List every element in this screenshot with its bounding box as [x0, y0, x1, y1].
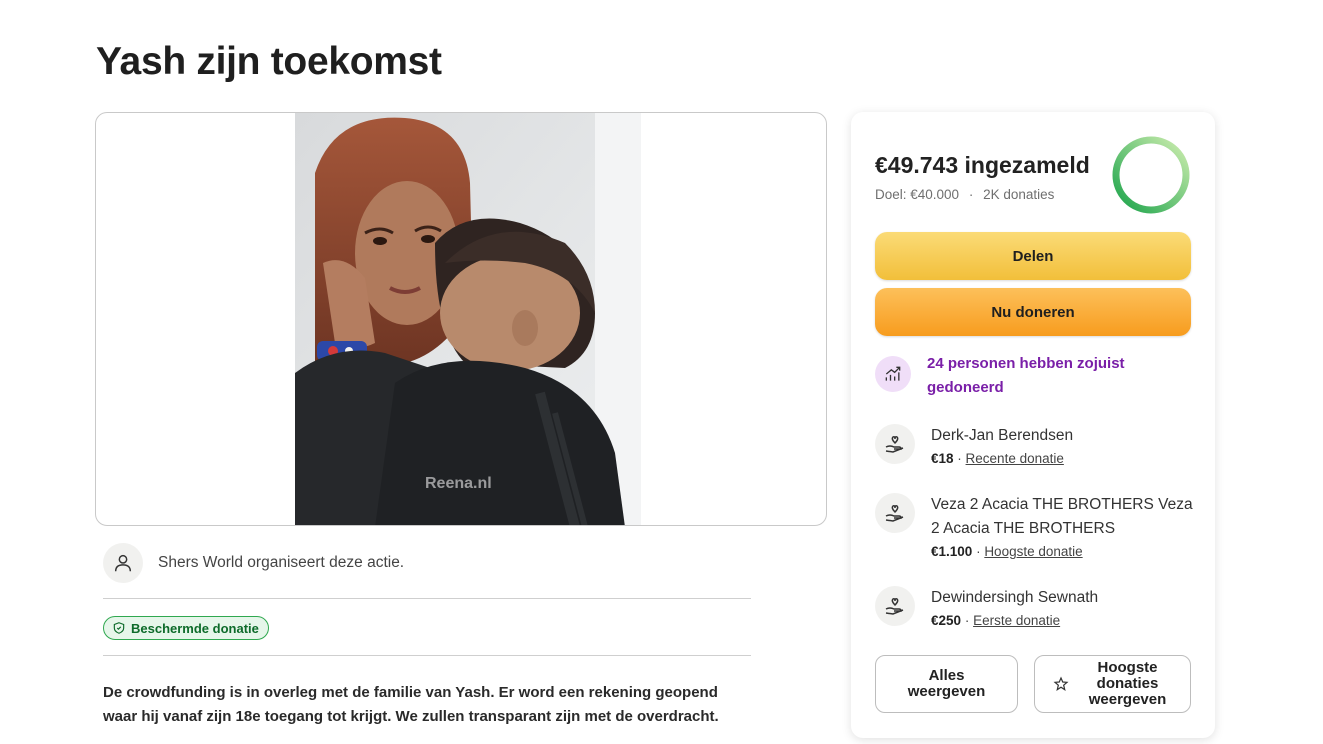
heart-hand-icon: [875, 586, 915, 626]
see-all-label: Alles weergeven: [907, 667, 986, 700]
see-all-button[interactable]: Alles weergeven: [875, 655, 1018, 713]
donor-amount: €18: [931, 451, 954, 466]
amount-raised: €49.743 ingezameld: [875, 152, 1090, 178]
see-top-button[interactable]: Hoogste donaties weergeven: [1034, 655, 1191, 713]
donation-sidebar: €49.743 ingezameld Doel: €40.000 · 2K do…: [851, 112, 1215, 738]
organizer-text: Shers World organiseert deze actie.: [158, 554, 405, 571]
donor-meta: €1.100 · Hoogste donatie: [931, 544, 1083, 559]
heart-hand-icon: [875, 424, 915, 464]
page-title: Yash zijn toekomst: [96, 40, 442, 83]
organizer-row: Shers World organiseert deze actie.: [103, 543, 404, 583]
user-icon: [103, 543, 143, 583]
progress-ring: [1112, 136, 1190, 214]
donation-count: 2K donaties: [983, 187, 1055, 202]
donor-name: Dewindersingh Sewnath: [931, 589, 1099, 606]
goal-line: Doel: €40.000 · 2K donaties: [875, 187, 1054, 202]
star-icon: [1053, 676, 1068, 692]
description-line: waar hij vanaf zijn 18e toegang tot krij…: [103, 708, 719, 725]
donate-button[interactable]: Nu doneren: [875, 288, 1191, 336]
donor-type-link[interactable]: Recente donatie: [966, 451, 1064, 466]
donor-meta: €250 · Eerste donatie: [931, 613, 1061, 628]
donor-name: Veza 2 Acacia THE BROTHERS Veza 2 Acacia…: [931, 496, 1193, 537]
donor-type-link[interactable]: Hoogste donatie: [984, 544, 1082, 559]
see-top-label: Hoogste donaties weergeven: [1088, 659, 1167, 708]
divider: [103, 655, 751, 656]
donor-name: Derk-Jan Berendsen: [931, 427, 1074, 444]
campaign-description: De crowdfunding is in overleg met de fam…: [103, 681, 763, 729]
share-button[interactable]: Delen: [875, 232, 1191, 280]
donor-amount: €1.100: [931, 544, 973, 559]
donor-amount: €250: [931, 613, 962, 628]
goal-text: Doel: €40.000: [875, 187, 960, 202]
heart-hand-icon: [875, 493, 915, 533]
campaign-photo: Reena.nl: [295, 113, 641, 525]
protected-donation-badge[interactable]: Beschermde donatie: [103, 616, 269, 640]
photo-watermark: Reena.nl: [425, 475, 492, 492]
trending-up-icon: [875, 356, 911, 392]
description-line: De crowdfunding is in overleg met de fam…: [103, 684, 718, 701]
badge-label: Beschermde donatie: [131, 620, 259, 636]
donor-meta: €18 · Recente donatie: [931, 451, 1064, 466]
trend-text: 24 personen hebben zojuist gedoneerd: [927, 355, 1125, 396]
shield-icon: [113, 622, 125, 634]
separator: ·: [968, 187, 974, 202]
campaign-media[interactable]: Reena.nl: [95, 112, 827, 526]
divider: [103, 598, 751, 599]
donor-type-link[interactable]: Eerste donatie: [973, 613, 1060, 628]
